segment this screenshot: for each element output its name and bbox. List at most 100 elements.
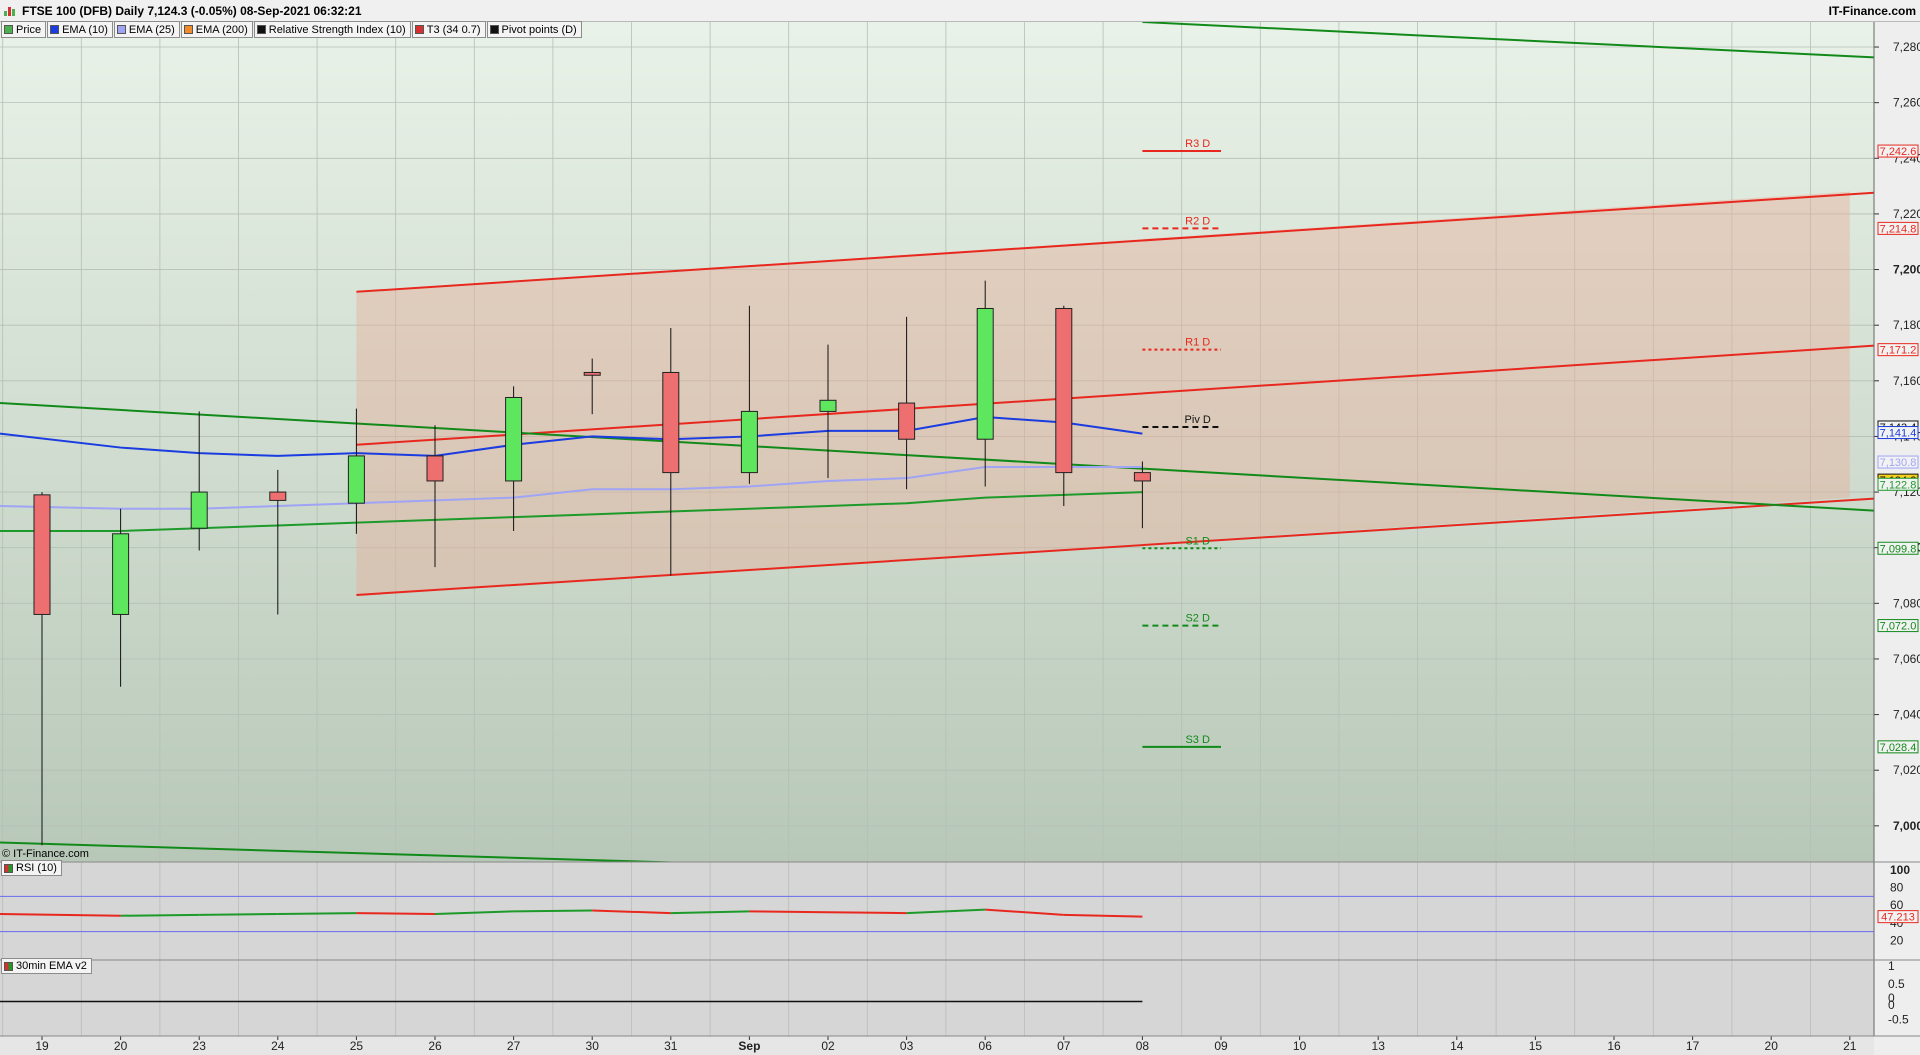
x-tick-label-6: 27 [507, 1039, 521, 1053]
pivot-tag-2: 7,171.2 [1880, 345, 1917, 357]
legend-label-0: Price [16, 23, 42, 36]
rsi-panel-title: RSI (10) [16, 862, 57, 874]
y-tick-label-2: 7,040 [1893, 708, 1920, 722]
pivot-tag-5: 7,072.0 [1880, 621, 1917, 633]
x-tick-label-21: 17 [1686, 1039, 1700, 1053]
ema-tick-label-4: -0.5 [1888, 1012, 1909, 1026]
rsi-segment [356, 912, 436, 915]
x-tick-label-9: Sep [738, 1039, 760, 1053]
x-tick-label-3: 24 [271, 1039, 285, 1053]
legend-item-4[interactable]: Relative Strength Index (10) [253, 21, 411, 38]
x-tick-label-4: 25 [350, 1039, 364, 1053]
x-tick-label-8: 31 [664, 1039, 678, 1053]
y-tick-label-0: 7,000 [1893, 819, 1920, 833]
legend-label-6: Pivot points (D) [501, 23, 577, 36]
legend-label-5: T3 (34 0.7) [426, 23, 481, 36]
x-tick-label-10: 02 [821, 1039, 835, 1053]
y-tick-label-4: 7,080 [1893, 596, 1920, 610]
rsi-segment [827, 911, 907, 915]
ema-tick-label-0: 1 [1888, 959, 1895, 973]
legend-label-1: EMA (10) [62, 23, 108, 36]
x-tick-label-16: 10 [1293, 1039, 1307, 1053]
candle-body [976, 307, 994, 440]
rsi-tick-label-0: 100 [1890, 863, 1910, 877]
y-tick-label-3: 7,060 [1893, 652, 1920, 666]
rsi-segment [749, 910, 829, 914]
chart-title: FTSE 100 (DFB) Daily 7,124.3 (-0.05%) 08… [22, 4, 362, 18]
x-tick-label-17: 13 [1372, 1039, 1386, 1053]
x-tick-label-15: 09 [1214, 1039, 1228, 1053]
x-tick-label-20: 16 [1607, 1039, 1621, 1053]
x-tick-label-12: 06 [979, 1039, 993, 1053]
candle-body [1055, 307, 1073, 474]
legend-item-0[interactable]: Price [1, 21, 47, 38]
x-tick-label-11: 03 [900, 1039, 914, 1053]
candle-body [819, 399, 837, 412]
ema-osc-swatch [4, 961, 13, 971]
y-tick-label-1: 7,020 [1893, 763, 1920, 777]
rsi-segment [199, 913, 278, 916]
legend-swatch-4 [256, 25, 266, 34]
rsi-panel-label[interactable]: RSI (10) [1, 860, 62, 876]
rsi-segment [513, 909, 593, 913]
legend-item-1[interactable]: EMA (10) [47, 21, 113, 38]
rsi-value-tag: 47.213 [1881, 912, 1915, 924]
x-tick-label-5: 26 [428, 1039, 442, 1053]
ema-tick-label-3: 0 [1888, 998, 1895, 1012]
candle-body [112, 533, 130, 615]
legend-item-3[interactable]: EMA (200) [180, 21, 253, 38]
pivot-tag-0: 7,242.6 [1880, 146, 1917, 158]
pivot-label-1: R2 D [1185, 215, 1210, 227]
legend-item-6[interactable]: Pivot points (D) [486, 21, 582, 38]
legend-swatch-1 [50, 25, 60, 34]
candle-body [898, 402, 916, 440]
y-tick-label-14: 7,280 [1893, 40, 1920, 54]
ema-panel-title: 30min EMA v2 [16, 960, 87, 972]
candle-body [583, 371, 601, 376]
chart-header: FTSE 100 (DFB) Daily 7,124.3 (-0.05%) 08… [0, 0, 1920, 22]
copyright-text: © IT-Finance.com [2, 848, 89, 860]
x-tick-label-2: 23 [193, 1039, 207, 1053]
rsi-tick-label-2: 60 [1890, 898, 1904, 912]
candle-body [347, 455, 365, 504]
legend-item-5[interactable]: T3 (34 0.7) [411, 21, 486, 38]
ema-panel-label[interactable]: 30min EMA v2 [1, 958, 92, 974]
app-chart-icon [4, 5, 16, 16]
legend-swatch-0 [4, 25, 13, 34]
x-tick-label-18: 14 [1450, 1039, 1464, 1053]
pivot-label-5: S2 D [1185, 613, 1210, 625]
legend-swatch-3 [183, 25, 193, 34]
pivot-label-0: R3 D [1185, 138, 1210, 150]
pivot-tag-4: 7,099.8 [1880, 543, 1917, 555]
pivot-label-2: R1 D [1185, 337, 1210, 349]
x-tick-label-14: 08 [1136, 1039, 1150, 1053]
x-tick-label-1: 20 [114, 1039, 128, 1053]
x-tick-label-13: 07 [1057, 1039, 1071, 1053]
y-tick-label-8: 7,160 [1893, 374, 1920, 388]
price-tag-0: 7,141.4 [1880, 428, 1917, 440]
legend-label-4: Relative Strength Index (10) [268, 23, 406, 36]
candle-body [426, 455, 444, 482]
x-tick-label-22: 20 [1765, 1039, 1779, 1053]
pivot-tag-6: 7,028.4 [1880, 742, 1917, 754]
pivot-label-6: S3 D [1185, 734, 1210, 746]
candle-body [269, 491, 287, 501]
price-tag-3: 7,122.8 [1880, 479, 1917, 491]
rsi-segment [120, 913, 200, 917]
legend-swatch-2 [116, 25, 126, 34]
rsi-tick-label-4: 20 [1890, 933, 1904, 947]
y-tick-label-11: 7,220 [1893, 207, 1920, 221]
candle-body [662, 371, 680, 474]
pivot-label-3: Piv D [1185, 414, 1211, 426]
pivot-tag-1: 7,214.8 [1880, 223, 1917, 235]
candle-body [190, 491, 208, 529]
chart-canvas[interactable]: R3 D R2 D R1 D Piv D S1 D S2 D S3 D 7,000 7,020 7… [0, 0, 1920, 1055]
price-tag-1: 7,130.8 [1880, 457, 1917, 469]
rsi-swatch [4, 863, 13, 873]
legend-item-2[interactable]: EMA (25) [113, 21, 180, 38]
rsi-tick-label-1: 80 [1890, 881, 1904, 895]
rsi-segment [277, 912, 357, 915]
legend-swatch-5 [414, 25, 424, 34]
indicator-legend: Price EMA (10) EMA (25) EMA (200) Relative S… [1, 21, 583, 38]
candle-body [1133, 472, 1151, 482]
